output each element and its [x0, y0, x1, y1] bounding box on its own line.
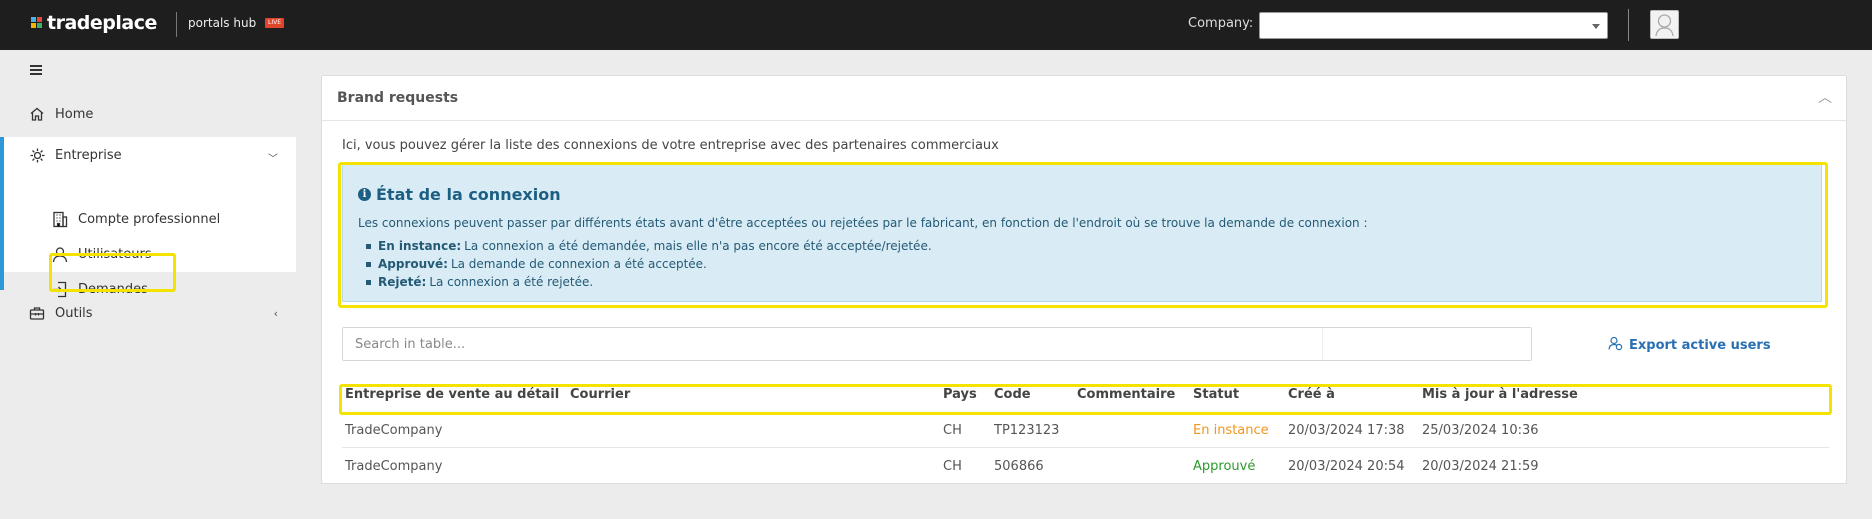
sidebar-item-label: Outils: [55, 305, 93, 321]
info-state-list: En instance: La connexion a été demandée,…: [366, 237, 932, 291]
cell-pays: CH: [943, 459, 962, 474]
brand-requests-card: Brand requests ︿ Ici, vous pouvez gérer …: [321, 75, 1847, 484]
hamburger-menu-icon[interactable]: [30, 65, 42, 75]
logo-text: tradeplace: [47, 12, 157, 34]
column-header[interactable]: Mis à jour à l'adresse: [1422, 387, 1578, 402]
export-label: Export active users: [1629, 338, 1771, 353]
search-divider: [1322, 328, 1323, 360]
user-export-icon: [1608, 336, 1623, 355]
chevron-down-icon: ﹀: [268, 154, 278, 165]
building-icon: [51, 210, 69, 228]
user-avatar[interactable]: [1650, 10, 1679, 39]
logo-mark-icon: [31, 17, 43, 29]
sidebar-item-entreprise[interactable]: Entreprise ﹀: [4, 137, 296, 173]
sidebar-item-utilisateurs[interactable]: Utilisateurs: [0, 237, 292, 271]
user-icon: [51, 245, 69, 263]
sidebar-item-outils[interactable]: Outils ‹: [0, 295, 296, 331]
sidebar: Home Entreprise ﹀ Compte professionnel U…: [0, 50, 296, 519]
cell-pays: CH: [943, 423, 962, 438]
card-header: Brand requests ︿: [322, 76, 1846, 121]
tradeplace-logo[interactable]: tradeplace: [31, 12, 157, 34]
cell-maj: 25/03/2024 10:36: [1422, 423, 1539, 438]
list-item: Rejeté: La connexion a été rejetée.: [366, 273, 932, 291]
company-select[interactable]: [1259, 12, 1608, 39]
chevron-up-icon[interactable]: ︿: [1818, 87, 1832, 107]
sidebar-item-label: Utilisateurs: [78, 246, 152, 262]
home-icon: [28, 105, 46, 123]
list-item: En instance: La connexion a été demandée,…: [366, 237, 932, 255]
top-bar: tradeplace portals hub LIVE Company:: [0, 0, 1872, 50]
export-active-users-button[interactable]: Export active users: [1608, 336, 1771, 355]
column-header[interactable]: Pays: [943, 387, 977, 402]
portals-hub-label: portals hub: [188, 16, 257, 30]
cell-entreprise: TradeCompany: [345, 459, 443, 474]
avatar-icon: [1655, 14, 1674, 37]
info-title-text: État de la connexion: [376, 185, 561, 204]
cell-cree: 20/03/2024 17:38: [1288, 423, 1405, 438]
column-header[interactable]: Code: [994, 387, 1031, 402]
column-header[interactable]: Entreprise de vente au détail: [345, 387, 559, 402]
table-row[interactable]: TradeCompany CH 506866 Approuvé 20/03/20…: [342, 448, 1829, 484]
chevron-left-icon: ‹: [273, 306, 278, 320]
toolbox-icon: [28, 304, 46, 322]
header-divider: [1628, 9, 1629, 41]
sidebar-item-compte-professionnel[interactable]: Compte professionnel: [0, 202, 292, 236]
cell-cree: 20/03/2024 20:54: [1288, 459, 1405, 474]
info-title: i État de la connexion: [358, 185, 561, 204]
search-input[interactable]: [342, 327, 1532, 361]
column-header[interactable]: Courrier: [570, 387, 630, 402]
card-title: Brand requests: [337, 90, 459, 106]
intro-text: Ici, vous pouvez gérer la liste des conn…: [342, 138, 999, 153]
column-header[interactable]: Statut: [1193, 387, 1239, 402]
table-row[interactable]: TradeCompany CH TP123123 En instance 20/…: [342, 412, 1829, 448]
status-badge: Approuvé: [1193, 459, 1256, 474]
sidebar-item-label: Compte professionnel: [78, 211, 221, 227]
cell-code: 506866: [994, 459, 1044, 474]
logo-divider: [176, 12, 177, 37]
live-badge: LIVE: [265, 18, 285, 28]
sidebar-item-label: Entreprise: [55, 147, 122, 163]
table-header: Entreprise de vente au détail Courrier P…: [342, 387, 1829, 412]
column-header[interactable]: Commentaire: [1077, 387, 1175, 402]
chevron-down-icon: [1592, 24, 1600, 29]
cell-entreprise: TradeCompany: [345, 423, 443, 438]
cell-maj: 20/03/2024 21:59: [1422, 459, 1539, 474]
status-badge: En instance: [1193, 423, 1269, 438]
network-gear-icon: [28, 146, 46, 164]
list-item: Approuvé: La demande de connexion a été a…: [366, 255, 932, 273]
column-header[interactable]: Créé à: [1288, 387, 1335, 402]
company-label: Company:: [1188, 16, 1254, 31]
info-description: Les connexions peuvent passer par différ…: [358, 216, 1368, 230]
sidebar-item-label: Home: [55, 106, 94, 122]
info-icon: i: [358, 188, 371, 201]
cell-code: TP123123: [994, 423, 1060, 438]
sidebar-item-home[interactable]: Home: [0, 96, 296, 132]
